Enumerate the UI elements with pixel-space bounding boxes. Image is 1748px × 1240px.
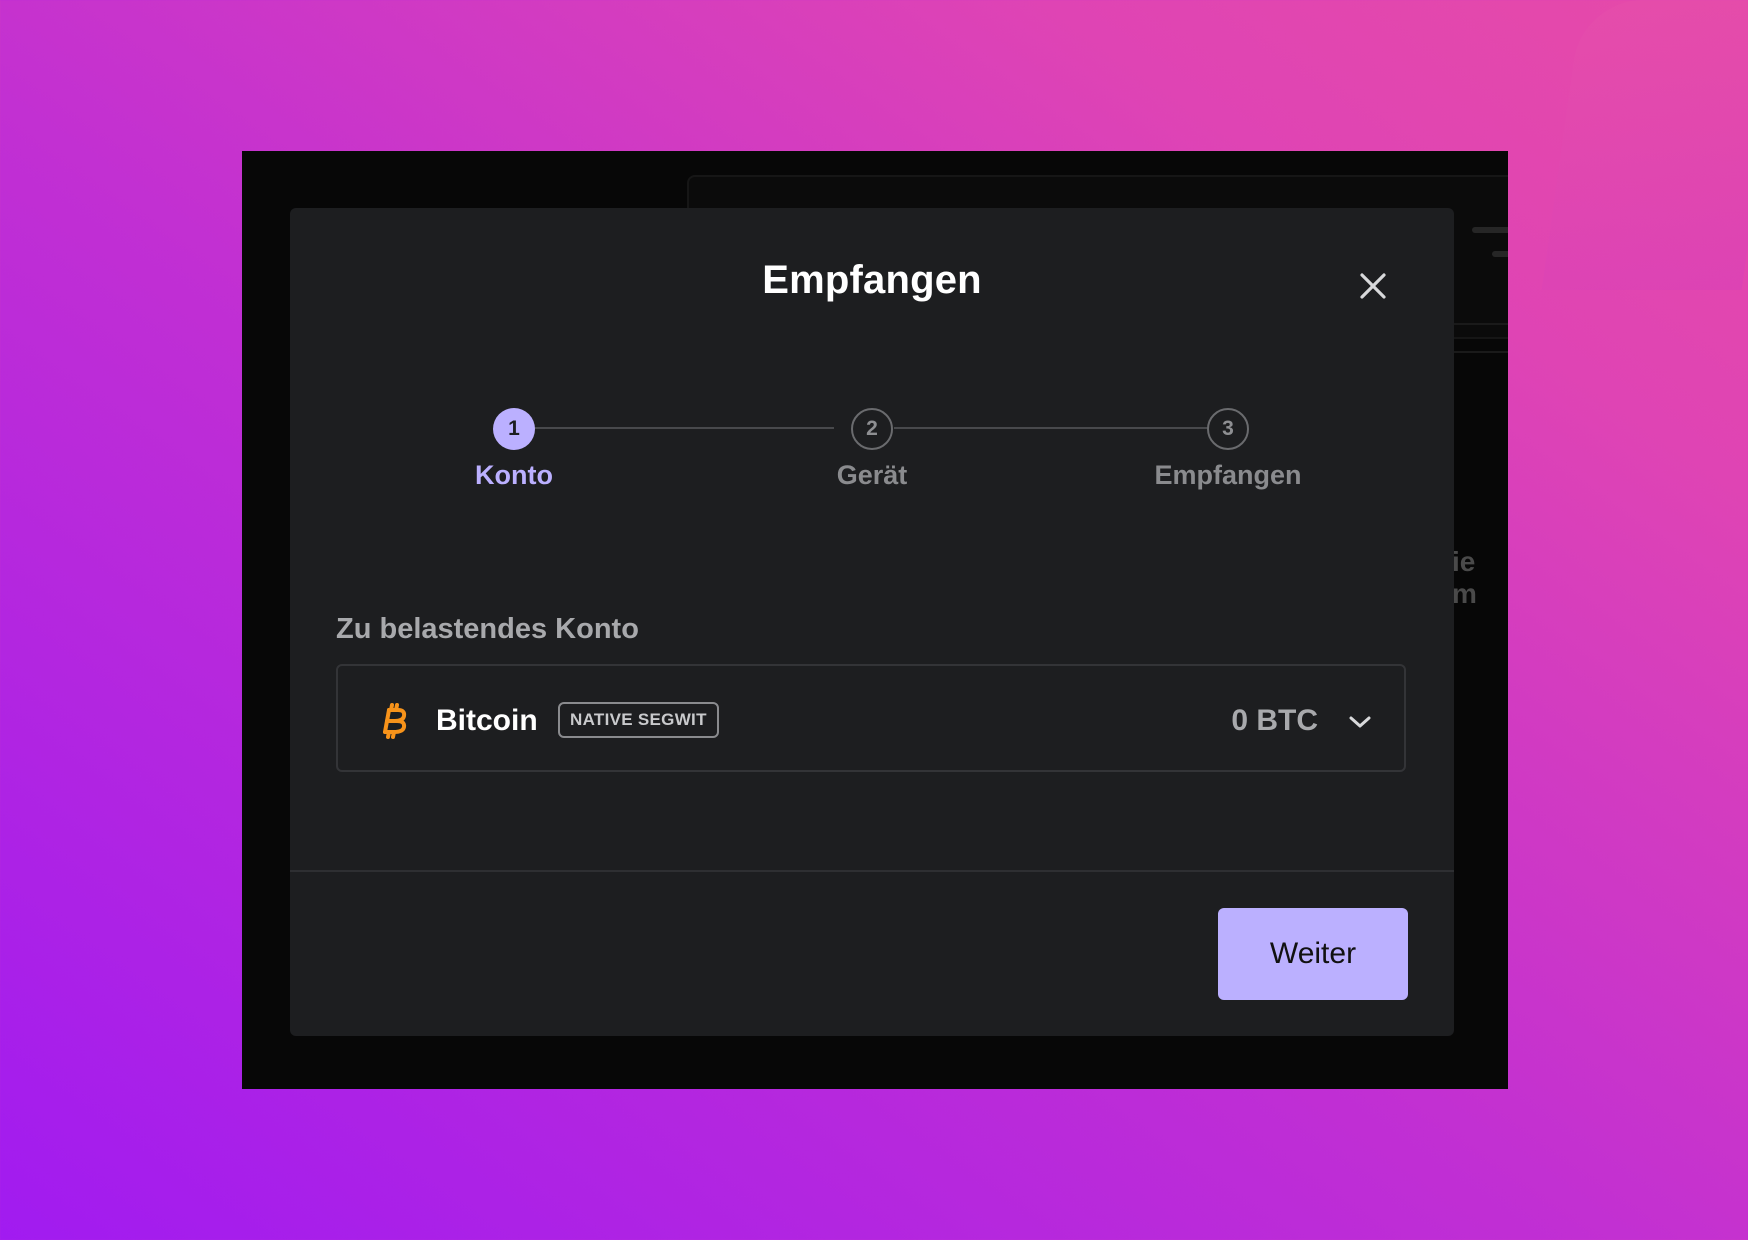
account-balance: 0 BTC <box>1231 704 1318 737</box>
background-divider <box>1452 351 1508 353</box>
account-name: Bitcoin <box>436 704 538 737</box>
footer-divider <box>290 870 1454 872</box>
background-menu-line <box>1492 251 1508 257</box>
account-field-label: Zu belastendes Konto <box>336 613 639 645</box>
receive-modal: Empfangen 1 Konto 2 Gerät 3 Empfangen Zu… <box>290 208 1454 1036</box>
background-divider <box>1452 323 1508 325</box>
app-screen: ie m Empfangen 1 Konto 2 Gerät 3 Empfang… <box>242 151 1508 1089</box>
step-number: 3 <box>1207 408 1249 450</box>
background-text: ie m <box>1452 546 1477 609</box>
account-select[interactable]: Bitcoin NATIVE SEGWIT 0 BTC <box>336 664 1406 772</box>
account-type-badge: NATIVE SEGWIT <box>558 702 719 738</box>
step-label: Konto <box>475 460 553 490</box>
step-empfangen: 3 Empfangen <box>1098 408 1358 491</box>
modal-title: Empfangen <box>762 258 982 302</box>
close-icon <box>1360 273 1386 299</box>
next-button[interactable]: Weiter <box>1218 908 1408 1000</box>
step-number: 2 <box>851 408 893 450</box>
step-label: Gerät <box>836 460 908 490</box>
step-label: Empfangen <box>1154 460 1302 490</box>
bitcoin-icon <box>383 703 407 739</box>
chevron-down-icon <box>1349 716 1371 728</box>
background-decoration <box>1541 0 1748 290</box>
background-menu-line <box>1472 227 1508 233</box>
step-konto: 1 Konto <box>384 408 644 491</box>
step-number: 1 <box>493 408 535 450</box>
step-geraet: 2 Gerät <box>742 408 1002 491</box>
close-button[interactable] <box>1355 268 1391 304</box>
